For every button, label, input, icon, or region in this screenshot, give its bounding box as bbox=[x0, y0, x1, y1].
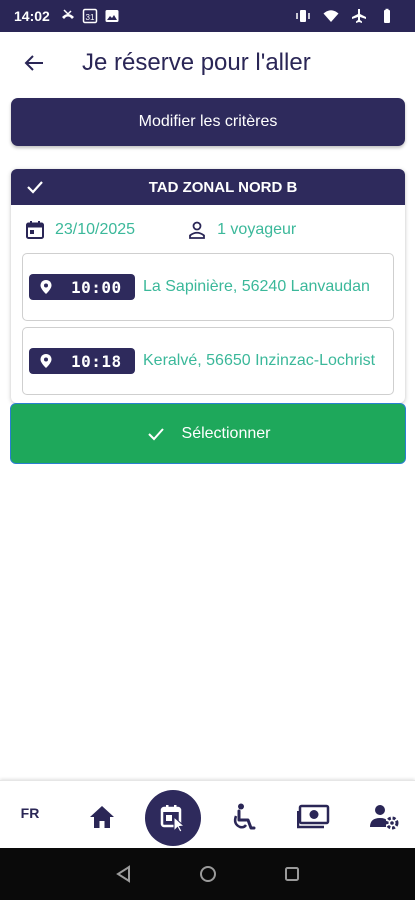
trip-card: TAD ZONAL NORD B 23/10/2025 1 voyageur 1… bbox=[11, 169, 405, 403]
location-pin-icon bbox=[33, 353, 59, 369]
modify-criteria-button[interactable]: Modifier les critères bbox=[11, 98, 405, 146]
nav-payments[interactable] bbox=[296, 799, 332, 835]
system-home-button[interactable] bbox=[193, 859, 223, 889]
arrival-address: Keralvé, 56650 Inzinzac-Lochrist bbox=[143, 352, 376, 369]
language-selector[interactable]: FR bbox=[12, 801, 48, 825]
triangle-back-icon bbox=[116, 865, 130, 883]
passenger-count: 1 voyageur bbox=[217, 221, 297, 238]
airplane-icon bbox=[351, 8, 367, 24]
page-title: Je réserve pour l'aller bbox=[82, 49, 311, 76]
arrow-left-icon bbox=[24, 55, 43, 71]
stop-arrival: 10:18 Keralvé, 56650 Inzinzac-Lochrist bbox=[22, 327, 394, 395]
svg-text:31: 31 bbox=[85, 13, 94, 22]
circle-home-icon bbox=[200, 866, 216, 882]
trip-date: 23/10/2025 bbox=[55, 221, 136, 238]
calendar-31-icon: 31 bbox=[82, 8, 98, 24]
arrival-time-badge: 10:18 bbox=[29, 348, 135, 374]
status-bar: 14:02 31 bbox=[0, 0, 415, 32]
home-icon bbox=[90, 806, 114, 828]
nav-accessibility[interactable] bbox=[226, 799, 262, 835]
back-button[interactable] bbox=[14, 43, 54, 83]
bottom-navigation: FR bbox=[0, 780, 415, 848]
arrival-time: 10:18 bbox=[71, 351, 122, 371]
square-recents-icon bbox=[285, 867, 299, 881]
select-button[interactable]: Sélectionner bbox=[10, 403, 406, 464]
wheelchair-icon bbox=[233, 803, 256, 830]
check-icon bbox=[25, 177, 45, 201]
calendar-icon bbox=[25, 220, 45, 240]
system-navigation-bar bbox=[0, 848, 415, 900]
line-name: TAD ZONAL NORD B bbox=[148, 178, 298, 196]
app-bar: Je réserve pour l'aller bbox=[0, 32, 415, 94]
location-pin-icon bbox=[33, 279, 59, 295]
passengers: 1 voyageur bbox=[187, 220, 296, 240]
select-button-label: Sélectionner bbox=[181, 424, 271, 442]
money-icon bbox=[297, 804, 330, 829]
system-back-button[interactable] bbox=[109, 859, 139, 889]
person-icon bbox=[187, 220, 207, 240]
departure-time-badge: 10:00 bbox=[29, 274, 135, 300]
vibrate-icon bbox=[295, 8, 311, 24]
account-settings-icon bbox=[370, 805, 399, 830]
missed-call-icon bbox=[60, 8, 76, 24]
check-icon bbox=[146, 424, 166, 444]
nav-home[interactable] bbox=[84, 799, 120, 835]
status-right-icons bbox=[295, 8, 401, 24]
status-time: 14:02 bbox=[14, 8, 50, 24]
departure-time: 10:00 bbox=[71, 277, 122, 297]
nav-account[interactable] bbox=[366, 799, 402, 835]
wifi-icon bbox=[323, 8, 339, 24]
system-recents-button[interactable] bbox=[277, 859, 307, 889]
trip-meta: 23/10/2025 1 voyageur bbox=[11, 205, 405, 255]
image-icon bbox=[104, 8, 120, 24]
stop-departure: 10:00 La Sapinière, 56240 Lanvaudan bbox=[22, 253, 394, 321]
nav-reservation[interactable] bbox=[145, 790, 201, 846]
reservation-icon bbox=[160, 805, 186, 833]
departure-address: La Sapinière, 56240 Lanvaudan bbox=[143, 278, 370, 295]
trip-card-header: TAD ZONAL NORD B bbox=[11, 169, 405, 205]
battery-icon bbox=[379, 8, 395, 24]
